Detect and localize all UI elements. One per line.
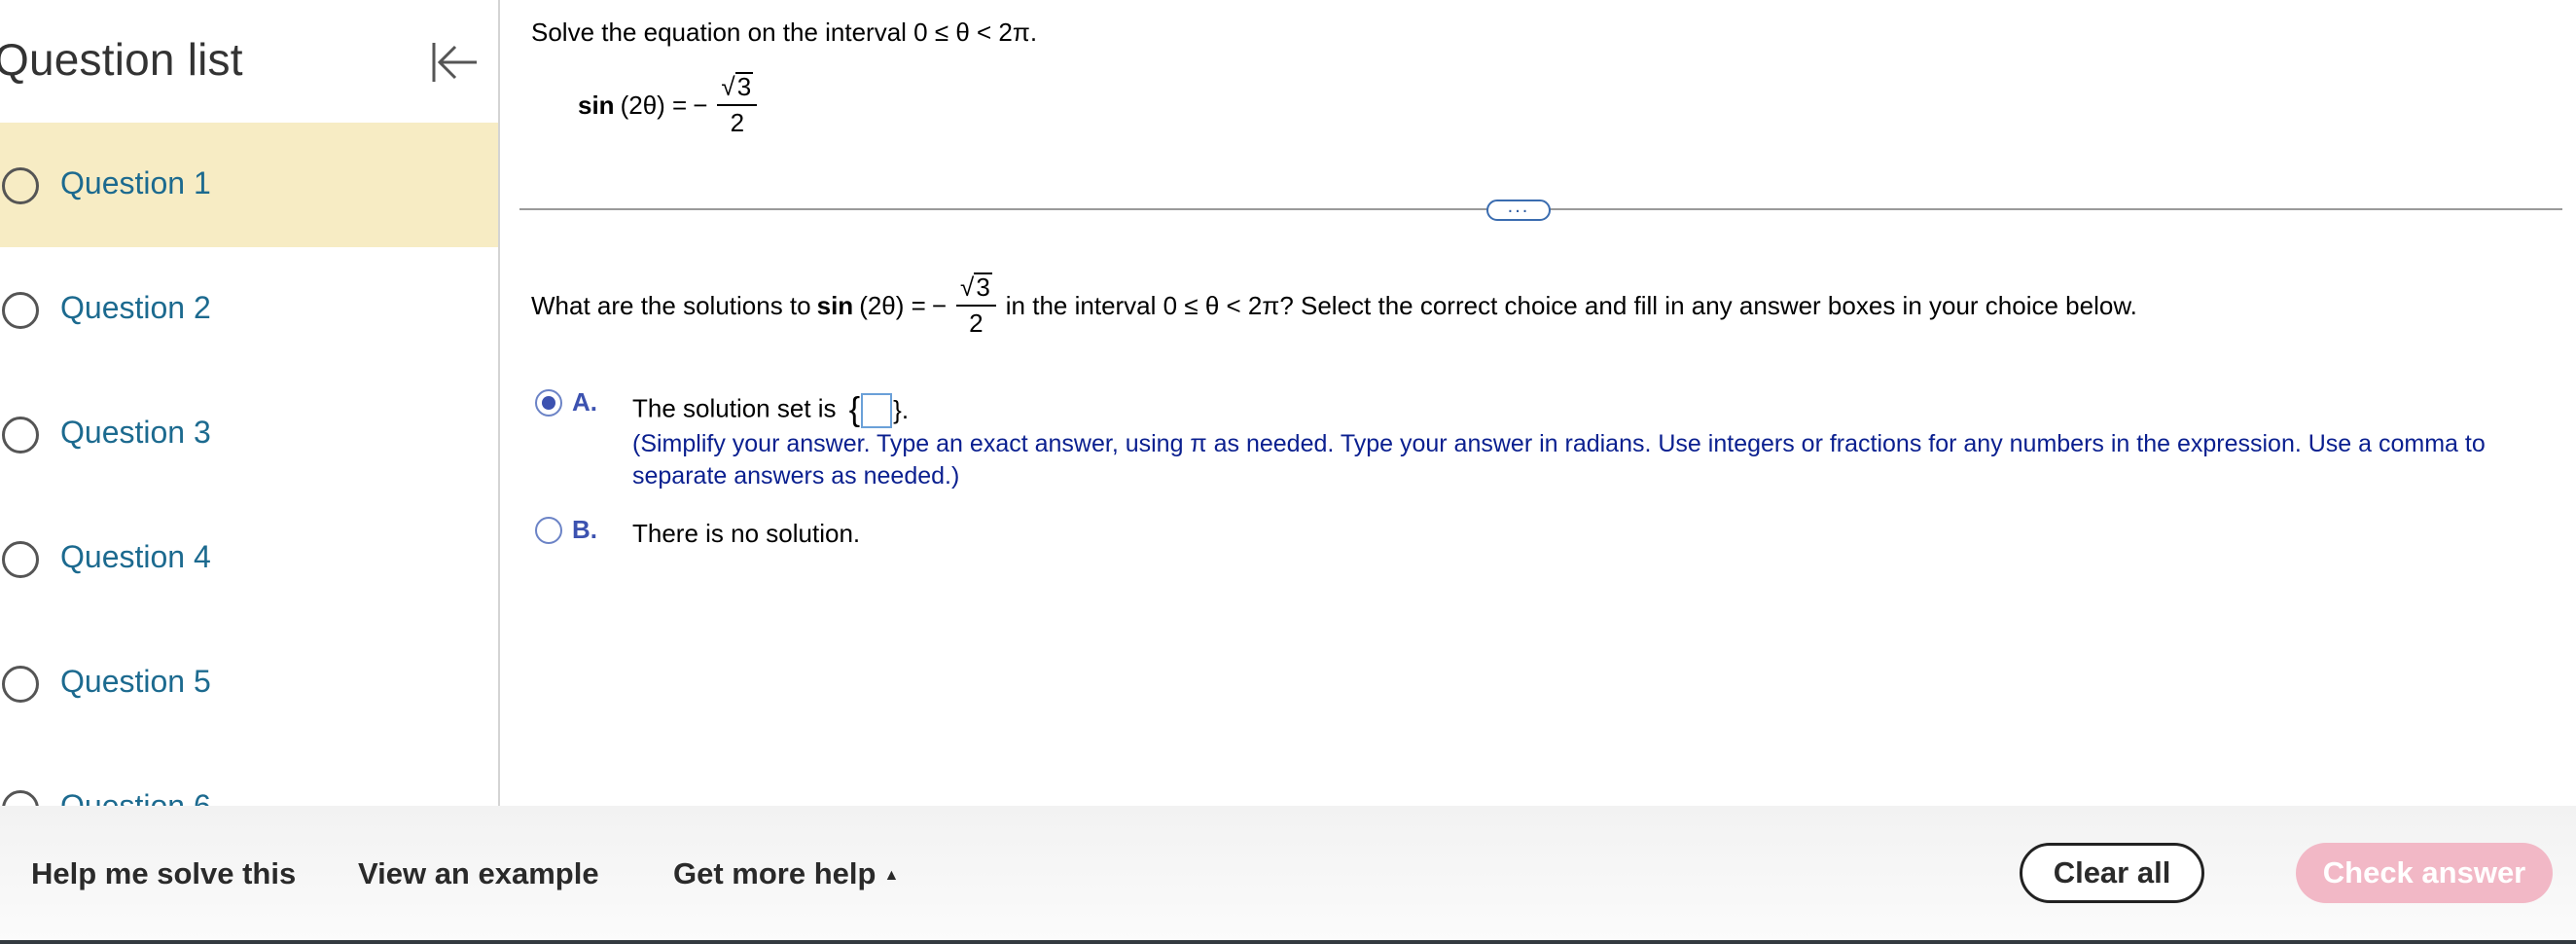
- sidebar-item-label: Question 4: [60, 539, 211, 574]
- sidebar-item-label: Question 2: [60, 290, 211, 325]
- question-fraction: √ 3 2: [956, 272, 996, 339]
- sidebar-header: Question list: [0, 0, 498, 123]
- question-status-circle-icon: [2, 417, 39, 454]
- problem-prompt: Solve the equation on the interval 0 ≤ θ…: [531, 18, 1038, 47]
- question-status-circle-icon: [2, 790, 39, 806]
- sidebar-item-label: Question 5: [60, 664, 211, 699]
- choice-b-letter: B.: [572, 515, 597, 544]
- equation-function: sin: [578, 90, 615, 120]
- collapse-sidebar-button[interactable]: [426, 35, 481, 90]
- radicand: 3: [734, 72, 754, 101]
- choice-a-text: The solution set is { }.: [632, 391, 909, 429]
- sidebar-item-question-1[interactable]: Question 1: [0, 123, 498, 247]
- clear-all-button[interactable]: Clear all: [2020, 843, 2204, 903]
- question-text: What are the solutions to sin (2θ) = − √…: [531, 261, 2137, 350]
- question-prefix: What are the solutions to: [531, 290, 811, 320]
- solution-set-answer-box[interactable]: [861, 392, 893, 428]
- sidebar-item-label: Question 1: [60, 165, 211, 200]
- sidebar-item-question-4[interactable]: Question 4: [0, 496, 498, 621]
- radical-sign: √: [960, 272, 975, 302]
- question-suffix: in the interval 0 ≤ θ < 2π? Select the c…: [1005, 290, 2137, 320]
- choice-b-radio[interactable]: [535, 517, 562, 544]
- question-numerator: √ 3: [956, 272, 996, 305]
- question-status-circle-icon: [2, 167, 39, 204]
- question-argument: (2θ) =: [859, 290, 926, 320]
- get-more-help-menu[interactable]: Get more help ▲: [673, 856, 899, 891]
- equation-sign: −: [693, 90, 708, 120]
- choice-a-hint: (Simplify your answer. Type an exact ans…: [632, 430, 2486, 490]
- radical-sign: √: [721, 72, 735, 101]
- question-status-circle-icon: [2, 541, 39, 578]
- solution-set-braces: { }.: [849, 391, 909, 429]
- equation-denominator: 2: [717, 104, 758, 138]
- choice-a-letter: A.: [572, 387, 597, 417]
- sidebar-item-question-5[interactable]: Question 5: [0, 621, 498, 745]
- choice-b-text: There is no solution.: [632, 519, 861, 548]
- sidebar-item-question-6[interactable]: Question 6: [0, 745, 498, 806]
- sidebar-item-label: Question 6: [60, 788, 211, 806]
- sidebar-item-question-2[interactable]: Question 2: [0, 247, 498, 372]
- sidebar-item-label: Question 3: [60, 415, 211, 450]
- brace-close: }.: [893, 395, 910, 424]
- brace-open: {: [848, 391, 861, 428]
- question-denominator: 2: [956, 305, 996, 339]
- sidebar-title: Question list: [0, 34, 243, 85]
- view-an-example-link[interactable]: View an example: [358, 856, 599, 891]
- get-more-help-label: Get more help: [673, 856, 877, 890]
- problem-equation: sin (2θ) = − √ 3 2: [578, 72, 761, 160]
- choice-a-label: The solution set is: [632, 393, 837, 423]
- caret-up-icon: ▲: [883, 867, 900, 884]
- sidebar-item-question-3[interactable]: Question 3: [0, 372, 498, 496]
- equation-numerator: √ 3: [717, 72, 757, 104]
- question-sign: −: [931, 290, 948, 320]
- help-me-solve-this-link[interactable]: Help me solve this: [31, 856, 296, 891]
- bottom-edge: [0, 940, 2576, 944]
- question-status-circle-icon: [2, 666, 39, 703]
- choice-a-radio[interactable]: [535, 389, 562, 417]
- question-status-circle-icon: [2, 292, 39, 329]
- question-list-sidebar: Question list Question 1 Question 2 Ques…: [0, 0, 500, 806]
- check-answer-button[interactable]: Check answer: [2296, 843, 2553, 903]
- question-function: sin: [816, 290, 854, 320]
- more-dots-icon: ...: [1507, 196, 1530, 217]
- equation-argument: (2θ) =: [620, 90, 688, 120]
- equation-fraction: √ 3 2: [717, 72, 758, 138]
- expand-problem-button[interactable]: ...: [1486, 196, 1551, 221]
- collapse-left-icon: [432, 43, 477, 82]
- question-panel: Solve the equation on the interval 0 ≤ θ…: [502, 0, 2576, 806]
- radicand: 3: [974, 272, 992, 302]
